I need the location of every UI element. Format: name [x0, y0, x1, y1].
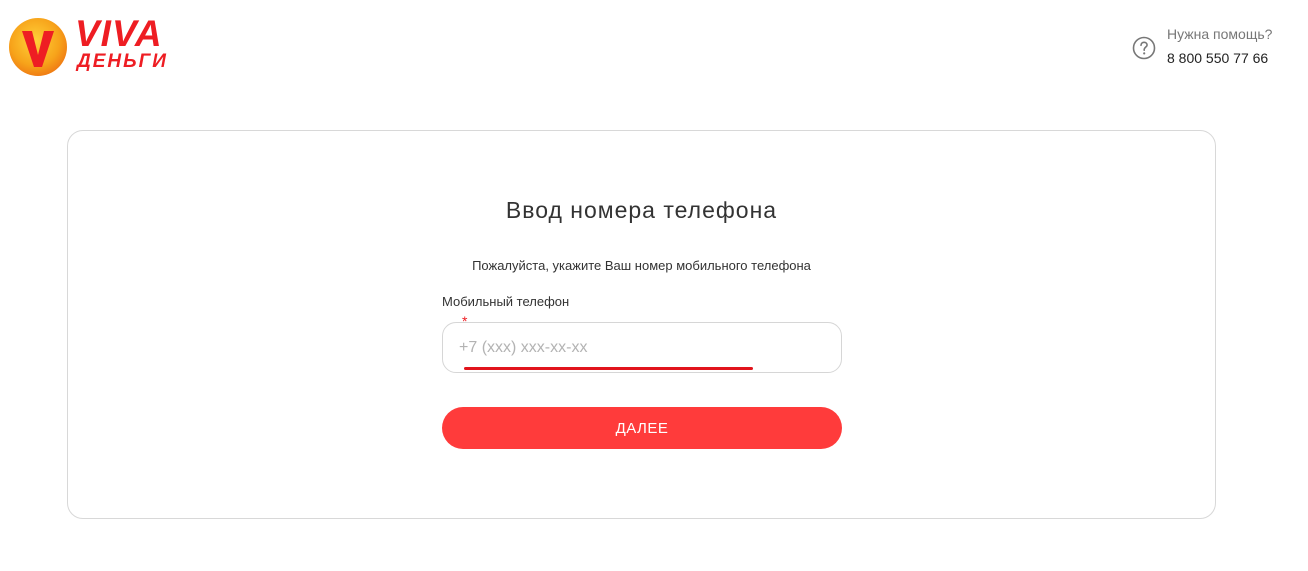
form-subtitle: Пожалуйста, укажите Ваш номер мобильного…: [472, 258, 811, 273]
question-circle-icon[interactable]: [1132, 36, 1156, 60]
help-title: Нужна помощь?: [1167, 26, 1273, 42]
required-mark: *: [462, 313, 468, 329]
phone-field-label: Мобильный телефон: [442, 294, 570, 309]
next-button[interactable]: ДАЛЕЕ: [442, 407, 842, 449]
phone-field: *: [442, 314, 842, 373]
page-title: Ввод номера телефона: [505, 197, 778, 223]
logo-text-dengi: ДЕНЬГИ: [77, 51, 168, 72]
phone-input[interactable]: [459, 337, 819, 359]
phone-form-card: Ввод номера телефона Пожалуйста, укажите…: [67, 130, 1216, 519]
brand-logo[interactable]: VIVA ДЕНЬГИ: [8, 13, 178, 78]
help-phone-link[interactable]: 8 800 550 77 66: [1167, 50, 1268, 66]
viva-logo-icon: [9, 18, 67, 76]
phone-input-underline: [464, 367, 753, 370]
logo-text-viva: VIVA: [75, 13, 163, 54]
help-block: Нужна помощь? 8 800 550 77 66: [1132, 24, 1292, 70]
